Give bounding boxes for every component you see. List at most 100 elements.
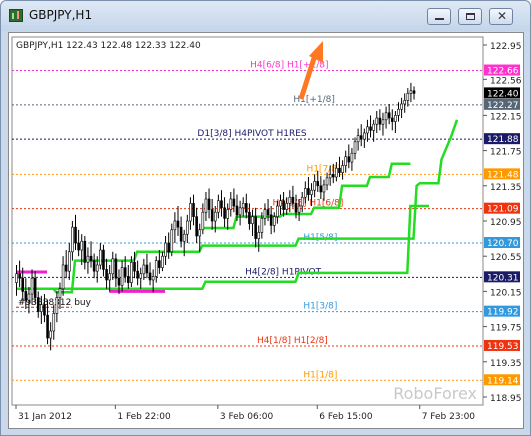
- x-tick-label: 1 Feb 22:00: [117, 412, 171, 422]
- candle-body: [291, 196, 295, 204]
- candle-body: [120, 267, 124, 286]
- candle-body: [210, 209, 214, 222]
- candle-body: [111, 258, 115, 275]
- candle-body: [266, 209, 270, 216]
- candle-body: [238, 207, 242, 216]
- candle-body: [15, 273, 18, 283]
- current-price-label: 122.40: [487, 89, 519, 99]
- candle-body: [226, 209, 229, 219]
- price-tag-label: 122.66: [487, 67, 519, 77]
- price-tag-label: 119.92: [487, 308, 519, 318]
- window-title: GBPJPY,H1: [29, 8, 93, 22]
- price-chart[interactable]: 122.95 122.56 122.15 121.75 121.35 120.95 120.…: [8, 32, 524, 429]
- candle-body: [232, 198, 236, 207]
- candle-body: [142, 264, 146, 275]
- candle-body: [254, 216, 257, 239]
- candle-body: [127, 276, 130, 283]
- close-button[interactable]: ✕: [489, 8, 513, 25]
- candle-body: [195, 216, 198, 237]
- price-tag-label: 119.53: [487, 342, 519, 352]
- candle-body: [322, 184, 326, 193]
- candle-body: [400, 103, 403, 110]
- candle-body: [217, 200, 220, 213]
- candle-body: [179, 226, 183, 242]
- y-tick-label: 122.56: [490, 76, 522, 86]
- candle-body: [136, 270, 139, 279]
- y-tick-label: 121.75: [490, 148, 522, 158]
- candle-body: [387, 112, 391, 119]
- candle-body: [176, 220, 180, 228]
- candle-body: [409, 90, 413, 94]
- price-tag-label: 120.31: [487, 273, 519, 283]
- candle-body: [207, 198, 211, 210]
- candle-body: [257, 232, 261, 239]
- candle-body: [36, 297, 40, 312]
- candle-body: [43, 304, 46, 316]
- candle-body: [133, 262, 136, 272]
- candle-body: [164, 242, 167, 257]
- candle-body: [248, 211, 251, 224]
- candle-body: [170, 229, 174, 253]
- candle-body: [363, 132, 366, 140]
- y-tick-label: 119.75: [490, 324, 522, 334]
- candle-body: [235, 205, 239, 216]
- candle-body: [356, 135, 360, 143]
- level-label: H1[3/8]: [303, 302, 337, 312]
- candle-body: [139, 273, 143, 279]
- candle-body: [282, 200, 285, 210]
- candle-body: [313, 181, 316, 191]
- candle-body: [406, 93, 410, 101]
- candle-body: [61, 264, 65, 290]
- candle-body: [105, 269, 108, 281]
- candle-body: [338, 167, 341, 173]
- candle-body: [77, 242, 80, 251]
- candle-body: [297, 205, 301, 213]
- y-tick-label: 119.35: [490, 359, 522, 369]
- candle-body: [145, 264, 149, 274]
- candle-body: [328, 174, 332, 179]
- candle-body: [83, 240, 87, 263]
- y-tick-label: 122.95: [490, 42, 522, 52]
- candle-body: [285, 203, 288, 210]
- candle-body: [394, 115, 397, 122]
- candle-body: [307, 188, 310, 195]
- candle-body: [316, 181, 320, 187]
- candle-body: [182, 233, 186, 242]
- candle-body: [366, 126, 369, 134]
- candle-body: [397, 108, 400, 116]
- y-tick-label: 121.35: [490, 183, 522, 193]
- candle-body: [304, 188, 307, 198]
- candle-body: [52, 313, 56, 332]
- candle-body: [269, 214, 273, 226]
- candle-body: [201, 211, 205, 231]
- title-bar[interactable]: GBPJPY,H1 ✕: [1, 1, 530, 31]
- candle-body: [412, 90, 416, 94]
- candle-body: [167, 242, 170, 253]
- candle-body: [272, 216, 276, 226]
- candle-body: [335, 167, 338, 178]
- chart-window: GBPJPY,H1 ✕ 122.95 122.56 122.15 121.75 121.…: [0, 0, 531, 436]
- candle-body: [381, 119, 385, 125]
- candle-body: [49, 330, 52, 339]
- y-tick-label: 120.95: [490, 218, 522, 228]
- candle-body: [319, 185, 323, 193]
- candle-body: [204, 198, 208, 213]
- candle-body: [294, 203, 298, 213]
- watermark-text: RoboForex: [393, 384, 477, 403]
- candle-body: [300, 196, 304, 207]
- maximize-icon: [466, 13, 475, 20]
- candle-body: [378, 117, 382, 125]
- candle-body: [189, 203, 192, 222]
- candle-body: [46, 314, 49, 339]
- candle-body: [108, 273, 111, 281]
- x-tick-label: 6 Feb 15:00: [319, 412, 373, 422]
- candle-body: [67, 251, 71, 272]
- minimize-button[interactable]: [427, 8, 451, 25]
- candle-body: [245, 203, 248, 213]
- maximize-button[interactable]: [458, 8, 482, 25]
- candle-body: [27, 293, 31, 301]
- candle-body: [123, 267, 127, 277]
- price-tag-label: 122.27: [487, 101, 519, 111]
- close-icon: ✕: [496, 9, 508, 23]
- candle-body: [213, 211, 217, 222]
